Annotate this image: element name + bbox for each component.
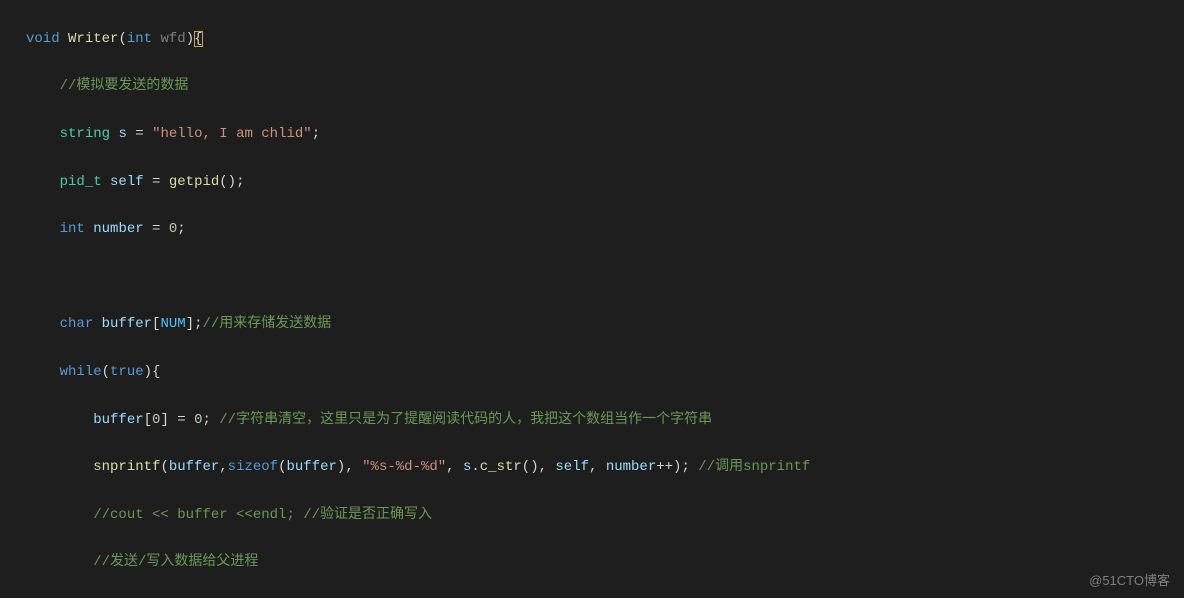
code-line: snprintf(buffer,sizeof(buffer), "%s-%d-%… xyxy=(26,456,861,480)
code-line: char buffer[NUM];//用来存储发送数据 xyxy=(26,313,861,337)
code-line: buffer[0] = 0; //字符串清空，这里只是为了提醒阅读代码的人，我把… xyxy=(26,409,861,433)
code-line: string s = "hello, I am chlid"; xyxy=(26,123,861,147)
code-line: //发送/写入数据给父进程 xyxy=(26,551,861,575)
code-line: while(true){ xyxy=(26,361,861,385)
code-line: void Writer(int wfd){ xyxy=(26,28,861,52)
code-area[interactable]: void Writer(int wfd){ //模拟要发送的数据 string … xyxy=(12,0,861,598)
gutter xyxy=(0,0,12,598)
watermark: @51CTO博客 xyxy=(1089,570,1170,592)
code-line: int number = 0; xyxy=(26,218,861,242)
code-line: //模拟要发送的数据 xyxy=(26,75,861,99)
code-line xyxy=(26,266,861,290)
code-line: //cout << buffer <<endl; //验证是否正确写入 xyxy=(26,504,861,528)
code-line: pid_t self = getpid(); xyxy=(26,171,861,195)
code-editor[interactable]: void Writer(int wfd){ //模拟要发送的数据 string … xyxy=(0,0,1184,598)
